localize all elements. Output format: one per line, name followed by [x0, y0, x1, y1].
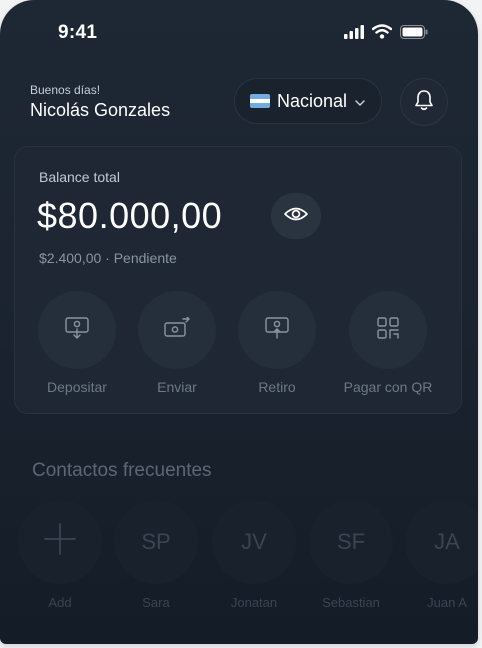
balance-label: Balance total	[39, 169, 120, 185]
bell-icon	[413, 88, 435, 117]
contact-label: Jonatan	[230, 595, 278, 610]
send-icon	[163, 314, 191, 344]
deposit-label: Depositar	[47, 379, 107, 395]
add-contact-button[interactable]	[18, 500, 102, 584]
phone-screen: 9:41 Buenos días! Nicolás Gonzales Nacio…	[0, 0, 478, 644]
withdraw-action[interactable]: Retiro	[222, 291, 332, 395]
contact-avatar[interactable]: SF	[309, 500, 393, 584]
contact-avatar[interactable]: SP	[114, 500, 198, 584]
argentina-flag-icon	[249, 94, 270, 108]
withdraw-icon	[264, 316, 290, 345]
contact-label: Juan A	[427, 595, 467, 610]
plus-icon	[43, 522, 77, 562]
wifi-icon	[371, 24, 393, 44]
region-label: Nacional	[276, 90, 348, 111]
deposit-icon	[64, 316, 90, 345]
withdraw-label: Retiro	[258, 379, 296, 395]
eye-icon	[283, 205, 309, 228]
add-contact-item[interactable]: Add	[18, 500, 102, 610]
withdraw-button[interactable]	[238, 291, 316, 369]
chevron-down-icon	[354, 91, 366, 112]
toggle-visibility-button[interactable]	[271, 193, 321, 239]
contact-label: Sebastian	[322, 595, 380, 610]
contact-label: Add	[48, 595, 72, 610]
notifications-button[interactable]	[400, 78, 448, 126]
send-button[interactable]	[138, 291, 216, 369]
pending-amount: $2.400,00 · Pendiente	[39, 250, 177, 266]
battery-icon	[400, 24, 428, 44]
status-icons	[344, 24, 428, 44]
contact-item[interactable]: SF Sebastian	[309, 500, 393, 610]
status-bar: 9:41	[0, 0, 478, 60]
region-selector[interactable]: Nacional	[234, 78, 382, 124]
signal-icon	[344, 24, 364, 44]
qr-icon	[376, 316, 400, 345]
deposit-button[interactable]	[38, 291, 116, 369]
balance-amount: $80.000,00	[37, 195, 223, 236]
deposit-action[interactable]: Depositar	[22, 291, 132, 395]
contact-item[interactable]: JV Jonatan	[212, 500, 296, 610]
contacts-list: Add SP Sara JV Jonatan SF Sebastian JA J…	[0, 500, 478, 620]
contact-item[interactable]: SP Sara	[114, 500, 198, 610]
status-time: 9:41	[58, 22, 98, 43]
contact-item[interactable]: JA Juan A	[405, 500, 478, 610]
balance-card: Balance total $80.000,00 $2.400,00 · Pen…	[14, 146, 462, 414]
contact-label: Sara	[142, 595, 170, 610]
qr-pay-button[interactable]	[349, 291, 427, 369]
send-label: Enviar	[157, 379, 197, 395]
qr-pay-action[interactable]: Pagar con QR	[333, 291, 443, 395]
send-action[interactable]: Enviar	[122, 291, 232, 395]
greeting: Buenos días!	[30, 83, 101, 97]
qr-pay-label: Pagar con QR	[343, 379, 433, 395]
contact-avatar[interactable]: JA	[405, 500, 478, 584]
contact-avatar[interactable]: JV	[212, 500, 296, 584]
user-name: Nicolás Gonzales	[30, 100, 171, 120]
frequent-contacts-title: Contactos frecuentes	[32, 460, 212, 481]
